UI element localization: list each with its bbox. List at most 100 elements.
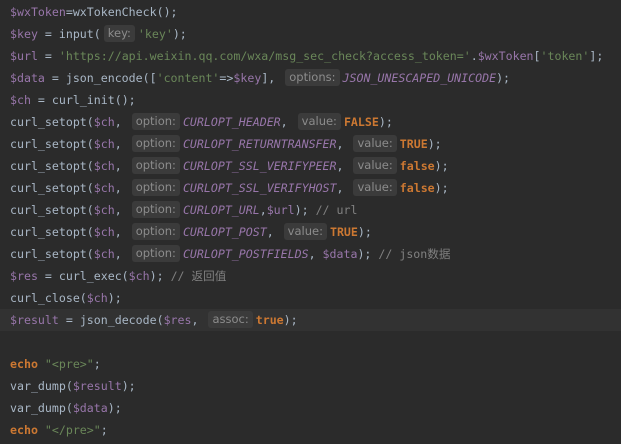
comment-token: // json数据 [378, 247, 451, 261]
code-text: curl_setopt( [10, 159, 94, 173]
code-text: var_dump( [10, 401, 73, 415]
code-text: ); [121, 379, 136, 393]
code-text: ); [427, 137, 442, 151]
param-hint: value: [283, 223, 327, 240]
code-text: , [114, 181, 129, 195]
code-text: ); [496, 71, 511, 85]
comment-token: // url [315, 203, 358, 217]
variable-token: $wxToken [10, 5, 66, 19]
code-text: , [114, 225, 129, 239]
code-line[interactable]: echo "</pre>"; [0, 419, 621, 441]
code-text: , [259, 203, 267, 217]
variable-token: $data [10, 71, 45, 85]
code-line[interactable]: curl_close($ch); [0, 287, 621, 309]
keyword-token: false [399, 159, 435, 173]
code-line[interactable]: echo "<pre>"; [0, 353, 621, 375]
code-text: ; [100, 423, 108, 437]
code-editor[interactable]: $wxToken=wxTokenCheck(); $key = input(key… [0, 0, 621, 444]
code-text: , [266, 225, 281, 239]
code-text: [ [533, 49, 541, 63]
variable-token: $ch [93, 115, 115, 129]
code-text: curl_setopt( [10, 115, 94, 129]
variable-token: $ch [93, 159, 115, 173]
code-line[interactable]: $key = input(key:'key'); [0, 23, 621, 45]
code-text: ], [261, 71, 283, 85]
code-text: = [37, 49, 59, 63]
string-literal: 'https://api.weixin.qq.com/wxa/msg_sec_c… [58, 49, 471, 63]
code-text: , [114, 247, 129, 261]
variable-token: $data [322, 247, 358, 261]
param-hint: value: [353, 157, 397, 174]
code-line[interactable]: $ch = curl_init(); [0, 89, 621, 111]
variable-token: $ch [128, 269, 150, 283]
code-text: = input( [37, 27, 101, 41]
string-literal: "<pre>" [44, 357, 94, 371]
code-line[interactable]: curl_setopt($ch, option: CURLOPT_URL,$url… [0, 199, 621, 221]
code-text: , [114, 159, 129, 173]
param-hint: value: [353, 179, 397, 196]
variable-token: $url [266, 203, 295, 217]
variable-token: $ch [93, 137, 115, 151]
code-text: , [114, 137, 129, 151]
code-line[interactable]: curl_setopt($ch, option: CURLOPT_HEADER, … [0, 111, 621, 133]
param-hint: option: [131, 201, 180, 218]
code-text: = curl_exec( [37, 269, 129, 283]
code-text: curl_setopt( [10, 181, 94, 195]
code-line[interactable]: var_dump($result); [0, 375, 621, 397]
param-hint: option: [131, 135, 180, 152]
code-text: ]; [589, 49, 604, 63]
code-line[interactable]: var_dump($data); [0, 397, 621, 419]
keyword-token: echo [10, 357, 38, 371]
code-text: . [470, 49, 478, 63]
variable-token: $ch [86, 291, 108, 305]
code-line[interactable]: curl_setopt($ch, option: CURLOPT_SSL_VERI… [0, 177, 621, 199]
variable-token: $wxToken [477, 49, 534, 63]
constant-token: CURLOPT_SSL_VERIFYHOST [182, 181, 337, 195]
param-hint: option: [131, 179, 180, 196]
code-text: ); [294, 203, 316, 217]
constant-token: JSON_UNESCAPED_UNICODE [342, 71, 497, 85]
param-hint: options: [285, 69, 340, 86]
variable-token: $res [163, 313, 192, 327]
variable-token: $ch [10, 93, 31, 107]
code-line[interactable]: curl_setopt($ch, option: CURLOPT_RETURNTR… [0, 133, 621, 155]
param-hint: option: [131, 113, 180, 130]
code-line-current[interactable]: $result = json_decode($res, assoc: true); [0, 309, 621, 331]
code-text: = json_decode( [58, 313, 164, 327]
code-text: ); [172, 27, 187, 41]
code-text: , [191, 313, 206, 327]
code-line[interactable]: $data = json_encode(['content'=>$key], o… [0, 67, 621, 89]
keyword-token: TRUE [329, 225, 358, 239]
variable-token: $result [72, 379, 122, 393]
code-text: curl_setopt( [10, 203, 94, 217]
code-text: = json_encode([ [44, 71, 157, 85]
param-hint: option: [131, 223, 180, 240]
code-line[interactable]: $wxToken=wxTokenCheck(); [0, 1, 621, 23]
code-line[interactable]: curl_setopt($ch, option: CURLOPT_POSTFIEL… [0, 243, 621, 265]
code-line[interactable] [0, 331, 621, 353]
code-text: curl_setopt( [10, 137, 94, 151]
code-text: var_dump( [10, 379, 73, 393]
code-text: ); [149, 269, 171, 283]
param-hint: key: [103, 25, 135, 42]
code-text: , [114, 115, 129, 129]
string-literal: 'key' [137, 27, 173, 41]
code-text: , [308, 247, 323, 261]
variable-token: $ch [93, 225, 115, 239]
string-literal: 'token' [540, 49, 590, 63]
code-line[interactable]: curl_setopt($ch, option: CURLOPT_SSL_VERI… [0, 155, 621, 177]
code-text: => [219, 71, 234, 85]
constant-token: CURLOPT_URL [182, 203, 260, 217]
code-line[interactable]: $url = 'https://api.weixin.qq.com/wxa/ms… [0, 45, 621, 67]
constant-token: CURLOPT_HEADER [182, 115, 281, 129]
code-line[interactable]: $res = curl_exec($ch); // 返回值 [0, 265, 621, 287]
code-text: ); [107, 401, 122, 415]
code-line[interactable]: curl_setopt($ch, option: CURLOPT_POST, va… [0, 221, 621, 243]
code-text: , [114, 203, 129, 217]
keyword-token: echo [10, 423, 38, 437]
variable-token: $res [10, 269, 38, 283]
code-text: ); [357, 225, 372, 239]
constant-token: CURLOPT_SSL_VERIFYPEER [182, 159, 337, 173]
comment-token: // 返回值 [170, 269, 227, 283]
